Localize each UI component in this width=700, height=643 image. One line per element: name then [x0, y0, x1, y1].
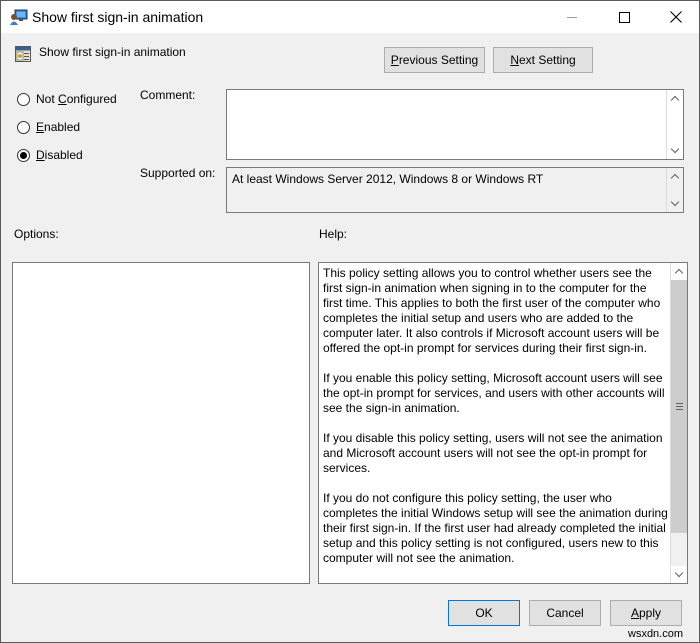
minimize-icon [567, 16, 577, 18]
next-setting-label: Next Setting [510, 53, 576, 67]
chevron-up-icon [674, 268, 684, 278]
apply-button[interactable]: Apply [610, 600, 682, 626]
chevron-up-icon [670, 173, 680, 183]
radio-button[interactable] [17, 148, 30, 162]
policy-name: Show first sign-in animation [39, 45, 186, 59]
title-bar[interactable]: Show first sign-in animation [1, 1, 699, 33]
help-paragraph: If you disable this policy setting, user… [323, 431, 663, 475]
radio-button[interactable] [17, 120, 30, 134]
ok-button[interactable]: OK [448, 600, 520, 626]
chevron-down-icon [670, 197, 680, 207]
help-paragraph: If you do not configure this policy sett… [323, 491, 668, 565]
radio-label: Disabled [36, 148, 83, 162]
help-label: Help: [319, 227, 348, 241]
options-panel [12, 262, 310, 584]
help-paragraph: This policy setting allows you to contro… [323, 266, 661, 355]
group-policy-icon [10, 9, 28, 25]
maximize-icon [618, 11, 630, 23]
supported-on-field: At least Windows Server 2012, Windows 8 … [226, 167, 684, 213]
apply-label: Apply [630, 606, 662, 620]
comment-textarea[interactable] [226, 89, 684, 160]
previous-setting-button[interactable]: Previous Setting [384, 47, 485, 73]
cancel-label: Cancel [546, 606, 584, 620]
comment-scrollbar[interactable] [666, 90, 683, 159]
scroll-track[interactable] [671, 280, 687, 566]
watermark: wsxdn.com [628, 628, 684, 640]
comment-label: Comment: [140, 88, 196, 102]
help-panel: This policy setting allows you to contro… [318, 262, 688, 584]
help-scrollbar[interactable] [670, 263, 687, 583]
scroll-up-button[interactable] [667, 168, 683, 185]
radio-button[interactable] [17, 92, 30, 106]
chevron-down-icon [670, 144, 680, 154]
scroll-down-button[interactable] [667, 195, 683, 212]
scroll-down-button[interactable] [667, 142, 683, 159]
supported-on-value: At least Windows Server 2012, Windows 8 … [232, 172, 544, 186]
next-setting-button[interactable]: Next Setting [493, 47, 593, 73]
supported-on-label: Supported on: [140, 166, 216, 180]
window-title: Show first sign-in animation [32, 9, 204, 25]
help-text: This policy setting allows you to contro… [323, 266, 669, 581]
radio-not-configured[interactable]: Not Configured [17, 92, 117, 106]
grip-icon [675, 406, 683, 407]
cancel-button[interactable]: Cancel [529, 600, 601, 626]
close-button[interactable] [653, 1, 699, 33]
radio-label: Enabled [36, 120, 81, 134]
radio-selected-dot [20, 151, 27, 159]
radio-disabled[interactable]: Disabled [17, 148, 83, 162]
chevron-down-icon [674, 568, 684, 578]
close-icon [670, 11, 682, 23]
supported-scrollbar[interactable] [666, 168, 683, 212]
previous-setting-label: Previous Setting [390, 53, 479, 67]
maximize-button[interactable] [601, 1, 647, 33]
scroll-thumb[interactable] [671, 280, 687, 533]
help-paragraph: If you enable this policy setting, Micro… [323, 371, 665, 415]
scroll-up-button[interactable] [667, 90, 683, 107]
chevron-up-icon [670, 95, 680, 105]
ok-label: OK [475, 606, 493, 620]
radio-label: Not Configured [36, 92, 117, 106]
minimize-button[interactable] [549, 1, 595, 33]
scroll-down-button[interactable] [671, 566, 687, 583]
radio-enabled[interactable]: Enabled [17, 120, 80, 134]
scroll-up-button[interactable] [671, 263, 687, 280]
policy-dialog-window: Show first sign-in animation Show first … [0, 0, 700, 643]
policy-setting-icon [15, 46, 31, 62]
options-label: Options: [14, 227, 59, 241]
